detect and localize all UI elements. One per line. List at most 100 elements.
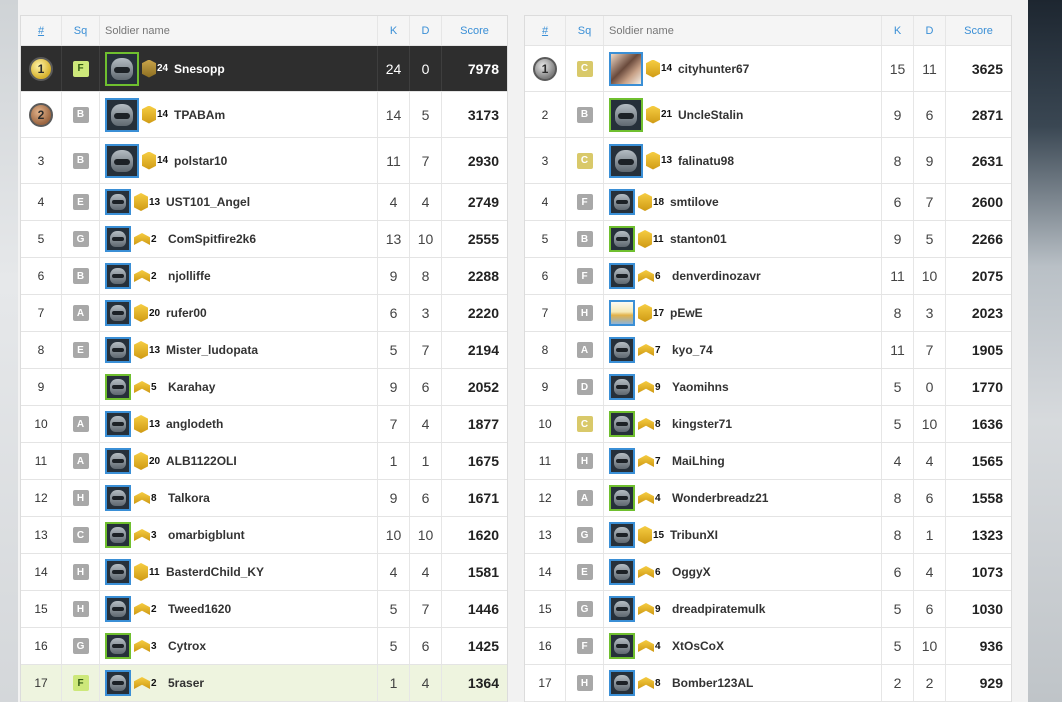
player-row[interactable]: 12 A 4 Wonderbreadz21 8 6 1558 xyxy=(525,480,1011,517)
squad-column-header[interactable]: Sq xyxy=(62,16,100,45)
player-row[interactable]: 11 H 7 MaiLhing 4 4 1565 xyxy=(525,443,1011,480)
player-row[interactable]: 11 A 20 ALB1122OLI 1 1 1675 xyxy=(21,443,507,480)
soldier-avatar-icon[interactable] xyxy=(609,633,635,659)
soldier-name-link[interactable]: TribunXI xyxy=(670,528,718,542)
player-row[interactable]: 13 C 3 omarbigblunt 10 10 1620 xyxy=(21,517,507,554)
soldier-avatar-icon[interactable] xyxy=(105,189,131,215)
score-column-header[interactable]: Score xyxy=(442,16,507,45)
soldier-name-link[interactable]: rufer00 xyxy=(166,306,207,320)
player-row[interactable]: 5 B 11 stanton01 9 5 2266 xyxy=(525,221,1011,258)
player-row[interactable]: 13 G 15 TribunXI 8 1 1323 xyxy=(525,517,1011,554)
soldier-avatar-icon[interactable] xyxy=(609,448,635,474)
player-row[interactable]: 15 G 9 dreadpiratemulk 5 6 1030 xyxy=(525,591,1011,628)
soldier-name-link[interactable]: Tweed1620 xyxy=(168,602,231,616)
soldier-name-link[interactable]: UncleStalin xyxy=(678,108,743,122)
kills-column-header[interactable]: K xyxy=(882,16,914,45)
player-row[interactable]: 9 D 9 Yaomihns 5 0 1770 xyxy=(525,369,1011,406)
player-row[interactable]: 7 A 20 rufer00 6 3 2220 xyxy=(21,295,507,332)
score-column-header[interactable]: Score xyxy=(946,16,1011,45)
soldier-name-link[interactable]: Yaomihns xyxy=(672,380,729,394)
player-row[interactable]: 9 5 Karahay 9 6 2052 xyxy=(21,369,507,406)
soldier-name-link[interactable]: OggyX xyxy=(672,565,711,579)
player-row[interactable]: 7 H 17 pEwE 8 3 2023 xyxy=(525,295,1011,332)
player-row[interactable]: 4 F 18 smtilove 6 7 2600 xyxy=(525,184,1011,221)
kills-column-header[interactable]: K xyxy=(378,16,410,45)
soldier-name-link[interactable]: kyo_74 xyxy=(672,343,713,357)
soldier-avatar-icon[interactable] xyxy=(105,143,139,178)
soldier-avatar-icon[interactable] xyxy=(105,51,139,86)
soldier-avatar-icon[interactable] xyxy=(105,670,131,696)
player-row[interactable]: 12 H 8 Talkora 9 6 1671 xyxy=(21,480,507,517)
soldier-avatar-icon[interactable] xyxy=(105,374,131,400)
rank-column-header[interactable]: # xyxy=(525,16,566,45)
player-row[interactable]: 17 H 8 Bomber123AL 2 2 929 xyxy=(525,665,1011,702)
soldier-name-link[interactable]: ComSpitfire2k6 xyxy=(168,232,256,246)
soldier-avatar-icon[interactable] xyxy=(609,337,635,363)
player-row[interactable]: 6 F 6 denverdinozavr 11 10 2075 xyxy=(525,258,1011,295)
soldier-name-link[interactable]: Snesopp xyxy=(174,62,225,76)
player-row[interactable]: 2 B 14 TPABAm 14 5 3173 xyxy=(21,92,507,138)
soldier-name-link[interactable]: cityhunter67 xyxy=(678,62,749,76)
soldier-name-link[interactable]: falinatu98 xyxy=(678,154,734,168)
name-column-header[interactable]: Soldier name xyxy=(604,16,882,45)
soldier-name-link[interactable]: Bomber123AL xyxy=(672,676,753,690)
player-row[interactable]: 17 F 2 5raser 1 4 1364 xyxy=(21,665,507,702)
soldier-avatar-icon[interactable] xyxy=(609,374,635,400)
player-row[interactable]: 8 E 13 Mister_ludopata 5 7 2194 xyxy=(21,332,507,369)
deaths-column-header[interactable]: D xyxy=(914,16,946,45)
player-row[interactable]: 14 E 6 OggyX 6 4 1073 xyxy=(525,554,1011,591)
player-row[interactable]: 14 H 11 BasterdChild_KY 4 4 1581 xyxy=(21,554,507,591)
soldier-avatar-icon[interactable] xyxy=(609,97,643,132)
soldier-avatar-icon[interactable] xyxy=(105,559,131,585)
player-row[interactable]: 16 F 4 XtOsCoX 5 10 936 xyxy=(525,628,1011,665)
photo-avatar-icon[interactable] xyxy=(609,51,643,86)
soldier-name-link[interactable]: stanton01 xyxy=(670,232,727,246)
player-row[interactable]: 1 F 24 Snesopp 24 0 7978 xyxy=(21,46,507,92)
soldier-name-link[interactable]: TPABAm xyxy=(174,108,225,122)
food-avatar-icon[interactable] xyxy=(609,300,635,326)
soldier-avatar-icon[interactable] xyxy=(609,189,635,215)
soldier-name-link[interactable]: njolliffe xyxy=(168,269,211,283)
deaths-column-header[interactable]: D xyxy=(410,16,442,45)
soldier-avatar-icon[interactable] xyxy=(609,596,635,622)
soldier-avatar-icon[interactable] xyxy=(105,633,131,659)
soldier-avatar-icon[interactable] xyxy=(609,226,635,252)
soldier-name-link[interactable]: denverdinozavr xyxy=(672,269,761,283)
player-row[interactable]: 5 G 2 ComSpitfire2k6 13 10 2555 xyxy=(21,221,507,258)
player-row[interactable]: 15 H 2 Tweed1620 5 7 1446 xyxy=(21,591,507,628)
soldier-avatar-icon[interactable] xyxy=(105,411,131,437)
player-row[interactable]: 3 B 14 polstar10 11 7 2930 xyxy=(21,138,507,184)
player-row[interactable]: 6 B 2 njolliffe 9 8 2288 xyxy=(21,258,507,295)
soldier-name-link[interactable]: Karahay xyxy=(168,380,215,394)
soldier-avatar-icon[interactable] xyxy=(609,522,635,548)
soldier-name-link[interactable]: dreadpiratemulk xyxy=(672,602,765,616)
soldier-name-link[interactable]: 5raser xyxy=(168,676,204,690)
soldier-avatar-icon[interactable] xyxy=(105,448,131,474)
player-row[interactable]: 10 A 13 anglodeth 7 4 1877 xyxy=(21,406,507,443)
player-row[interactable]: 10 C 8 kingster71 5 10 1636 xyxy=(525,406,1011,443)
player-row[interactable]: 2 B 21 UncleStalin 9 6 2871 xyxy=(525,92,1011,138)
name-column-header[interactable]: Soldier name xyxy=(100,16,378,45)
soldier-avatar-icon[interactable] xyxy=(105,226,131,252)
soldier-name-link[interactable]: omarbigblunt xyxy=(168,528,245,542)
soldier-name-link[interactable]: pEwE xyxy=(670,306,703,320)
soldier-name-link[interactable]: UST101_Angel xyxy=(166,195,250,209)
soldier-avatar-icon[interactable] xyxy=(609,559,635,585)
soldier-name-link[interactable]: Talkora xyxy=(168,491,210,505)
soldier-name-link[interactable]: MaiLhing xyxy=(672,454,725,468)
soldier-avatar-icon[interactable] xyxy=(105,522,131,548)
soldier-avatar-icon[interactable] xyxy=(105,596,131,622)
soldier-avatar-icon[interactable] xyxy=(609,670,635,696)
soldier-avatar-icon[interactable] xyxy=(105,337,131,363)
player-row[interactable]: 3 C 13 falinatu98 8 9 2631 xyxy=(525,138,1011,184)
soldier-name-link[interactable]: ALB1122OLI xyxy=(166,454,237,468)
soldier-name-link[interactable]: polstar10 xyxy=(174,154,227,168)
squad-column-header[interactable]: Sq xyxy=(566,16,604,45)
soldier-name-link[interactable]: XtOsCoX xyxy=(672,639,724,653)
soldier-avatar-icon[interactable] xyxy=(105,300,131,326)
soldier-avatar-icon[interactable] xyxy=(609,411,635,437)
player-row[interactable]: 16 G 3 Cytrox 5 6 1425 xyxy=(21,628,507,665)
soldier-name-link[interactable]: BasterdChild_KY xyxy=(166,565,264,579)
soldier-avatar-icon[interactable] xyxy=(105,485,131,511)
soldier-name-link[interactable]: Cytrox xyxy=(168,639,206,653)
